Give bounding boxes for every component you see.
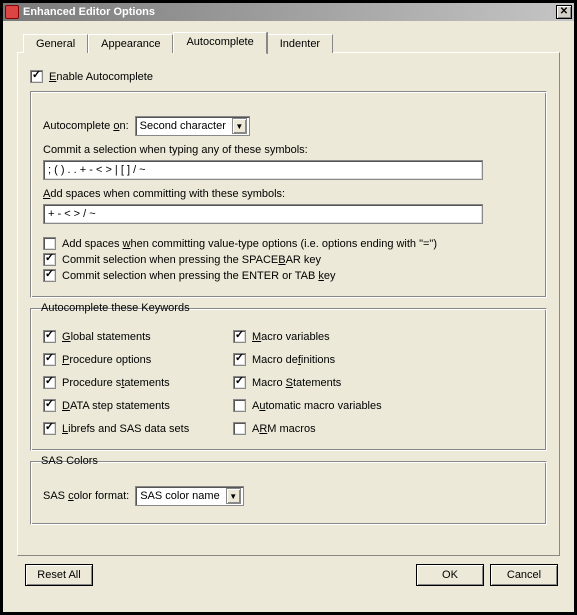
cancel-button[interactable]: Cancel (490, 564, 558, 586)
commit-spacebar-checkbox[interactable] (43, 253, 56, 266)
commit-spacebar-label: Commit selection when pressing the SPACE… (62, 254, 321, 266)
kw-datastep-row: DATA step statements (43, 399, 233, 412)
kw-procstmts-row: Procedure statements (43, 376, 233, 389)
keywords-group: Autocomplete these Keywords Global state… (30, 308, 547, 451)
commit-spacebar-row: Commit selection when pressing the SPACE… (43, 253, 534, 266)
chevron-down-icon: ▼ (232, 118, 247, 134)
enable-autocomplete-row: Enable Autocomplete (30, 70, 547, 83)
tab-indenter[interactable]: Indenter (267, 34, 333, 53)
addspace-eq-label: Add spaces when committing value-type op… (62, 238, 437, 250)
tab-general[interactable]: General (23, 34, 88, 53)
kw-macrostmts-checkbox[interactable] (233, 376, 246, 389)
kw-macrodefs-label: Macro definitions (252, 354, 335, 366)
addspace-symbols-value: + - < > / ~ (48, 208, 96, 220)
chevron-down-icon: ▼ (226, 488, 241, 504)
commit-enter-label: Commit selection when pressing the ENTER… (62, 270, 335, 282)
kw-procstmts-label: Procedure statements (62, 377, 170, 389)
tab-autocomplete[interactable]: Autocomplete (173, 32, 266, 54)
keywords-grid: Global statements Macro variables Proced… (43, 327, 534, 438)
colors-legend: SAS Colors (39, 455, 100, 467)
titlebar: Enhanced Editor Options ✕ (3, 3, 574, 21)
addspace-symbols-input[interactable]: + - < > / ~ (43, 204, 483, 224)
autocomplete-on-label: Autocomplete on: (43, 120, 129, 132)
color-format-select[interactable]: SAS color name ▼ (135, 486, 243, 506)
tab-row: General Appearance Autocomplete Indenter (23, 32, 560, 53)
addspace-eq-row: Add spaces when committing value-type op… (43, 237, 534, 250)
keywords-legend: Autocomplete these Keywords (39, 302, 192, 314)
kw-macrodefs-checkbox[interactable] (233, 353, 246, 366)
kw-global-label: Global statements (62, 331, 151, 343)
kw-procopts-label: Procedure options (62, 354, 151, 366)
kw-macrostmts-label: Macro Statements (252, 377, 341, 389)
kw-macrodefs-row: Macro definitions (233, 353, 534, 366)
kw-macrovars-checkbox[interactable] (233, 330, 246, 343)
enable-autocomplete-checkbox[interactable] (30, 70, 43, 83)
kw-librefs-row: Librefs and SAS data sets (43, 422, 233, 435)
addspace-symbols-label: Add spaces when committing with these sy… (43, 188, 534, 200)
kw-arm-label: ARM macros (252, 423, 316, 435)
window: Enhanced Editor Options ✕ General Appear… (0, 0, 577, 615)
kw-librefs-checkbox[interactable] (43, 422, 56, 435)
tab-panel: Enable Autocomplete Autocomplete on: Sec… (17, 52, 560, 556)
kw-automacro-label: Automatic macro variables (252, 400, 382, 412)
commit-enter-row: Commit selection when pressing the ENTER… (43, 269, 534, 282)
color-format-row: SAS color format: SAS color name ▼ (43, 486, 534, 506)
autocomplete-on-value: Second character (140, 120, 226, 132)
autocomplete-on-row: Autocomplete on: Second character ▼ (43, 116, 534, 136)
kw-macrostmts-row: Macro Statements (233, 376, 534, 389)
reset-all-button[interactable]: Reset All (25, 564, 93, 586)
kw-arm-checkbox[interactable] (233, 422, 246, 435)
kw-arm-row: ARM macros (233, 422, 534, 435)
ok-button[interactable]: OK (416, 564, 484, 586)
addspace-eq-checkbox[interactable] (43, 237, 56, 250)
window-title: Enhanced Editor Options (23, 6, 556, 18)
commit-symbols-value: ; ( ) . . + - < > | [ ] / ~ (48, 164, 146, 176)
kw-automacro-checkbox[interactable] (233, 399, 246, 412)
button-bar: Reset All OK Cancel (17, 564, 560, 586)
color-format-value: SAS color name (140, 490, 219, 502)
tab-appearance[interactable]: Appearance (88, 34, 173, 53)
kw-procopts-checkbox[interactable] (43, 353, 56, 366)
kw-global-row: Global statements (43, 330, 233, 343)
commit-enter-checkbox[interactable] (43, 269, 56, 282)
kw-datastep-label: DATA step statements (62, 400, 170, 412)
colors-group: SAS Colors SAS color format: SAS color n… (30, 461, 547, 525)
kw-librefs-label: Librefs and SAS data sets (62, 423, 189, 435)
app-icon (5, 5, 19, 19)
autocomplete-group: Autocomplete on: Second character ▼ Comm… (30, 91, 547, 298)
kw-datastep-checkbox[interactable] (43, 399, 56, 412)
kw-procstmts-checkbox[interactable] (43, 376, 56, 389)
commit-symbols-label: Commit a selection when typing any of th… (43, 144, 534, 156)
color-format-label: SAS color format: (43, 490, 129, 502)
kw-global-checkbox[interactable] (43, 330, 56, 343)
kw-macrovars-row: Macro variables (233, 330, 534, 343)
button-spacer (93, 564, 410, 586)
close-button[interactable]: ✕ (556, 5, 572, 19)
kw-procopts-row: Procedure options (43, 353, 233, 366)
commit-symbols-input[interactable]: ; ( ) . . + - < > | [ ] / ~ (43, 160, 483, 180)
kw-automacro-row: Automatic macro variables (233, 399, 534, 412)
enable-autocomplete-label: Enable Autocomplete (49, 71, 153, 83)
kw-macrovars-label: Macro variables (252, 331, 330, 343)
autocomplete-on-select[interactable]: Second character ▼ (135, 116, 250, 136)
content: General Appearance Autocomplete Indenter… (3, 21, 574, 596)
